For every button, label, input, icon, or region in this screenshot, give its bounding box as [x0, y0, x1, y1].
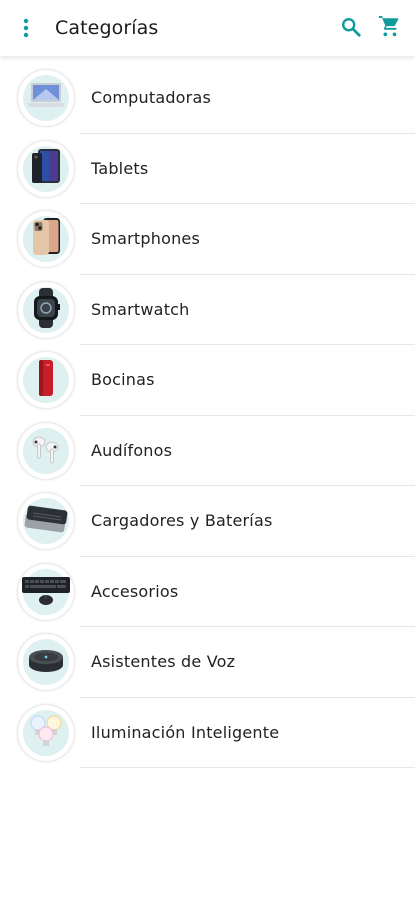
category-row-smartphones[interactable]: Smartphones — [0, 204, 415, 275]
shopping-cart-icon[interactable] — [375, 13, 403, 41]
category-label: Smartwatch — [91, 299, 190, 319]
tablet-icon — [29, 147, 63, 191]
smart-bulb-icon — [26, 712, 66, 754]
category-label: Tablets — [91, 158, 149, 178]
category-thumbnail — [18, 70, 74, 126]
category-label: Computadoras — [91, 88, 211, 107]
smartphone-icon — [29, 216, 63, 262]
category-label: Cargadores y Baterías — [91, 511, 273, 530]
category-row-bocinas[interactable]: Bocinas — [0, 345, 415, 416]
more-vert-icon[interactable] — [12, 14, 40, 42]
keyboard-mouse-icon — [22, 573, 70, 611]
category-label: Smartphones — [91, 229, 201, 248]
earbuds-icon — [28, 431, 64, 471]
category-thumbnail — [18, 563, 74, 620]
category-list: Computadoras Tablets Smartphones Smartwa… — [0, 63, 415, 768]
speaker-icon — [36, 358, 56, 402]
category-label: Asistentes de Voz — [91, 652, 236, 671]
category-thumbnail — [18, 704, 74, 761]
category-thumbnail — [18, 422, 74, 479]
power-bank-icon — [23, 504, 69, 538]
category-label: Bocinas — [91, 370, 155, 389]
laptop-icon — [26, 81, 66, 115]
category-row-asistentes-de-voz[interactable]: Asistentes de Voz — [0, 627, 415, 698]
category-label: Audífonos — [91, 440, 173, 460]
search-icon[interactable] — [337, 13, 365, 41]
category-row-cargadores-y-baterias[interactable]: Cargadores y Baterías — [0, 486, 415, 557]
category-thumbnail — [18, 493, 74, 549]
category-label: Accesorios — [91, 581, 179, 601]
category-row-audifonos[interactable]: Audífonos — [0, 416, 415, 486]
category-row-accesorios[interactable]: Accesorios — [0, 557, 415, 627]
app-bar: Categorías — [0, 0, 415, 56]
category-thumbnail — [18, 281, 74, 338]
category-thumbnail — [18, 140, 74, 197]
category-row-iluminacion-inteligente[interactable]: Iluminación Inteligente — [0, 698, 415, 768]
category-row-tablets[interactable]: Tablets — [0, 134, 415, 204]
category-row-smartwatch[interactable]: Smartwatch — [0, 275, 415, 345]
app-screen: Categorías Computadoras Tablets Smartpho… — [0, 0, 415, 900]
category-row-computadoras[interactable]: Computadoras — [0, 63, 415, 134]
category-thumbnail — [18, 211, 74, 267]
smartwatch-icon — [28, 287, 64, 332]
category-thumbnail — [18, 634, 74, 690]
smart-speaker-icon — [26, 645, 66, 679]
divider — [80, 767, 415, 768]
category-label: Iluminación Inteligente — [91, 722, 280, 742]
page-title: Categorías — [55, 17, 159, 39]
category-thumbnail — [18, 352, 74, 408]
